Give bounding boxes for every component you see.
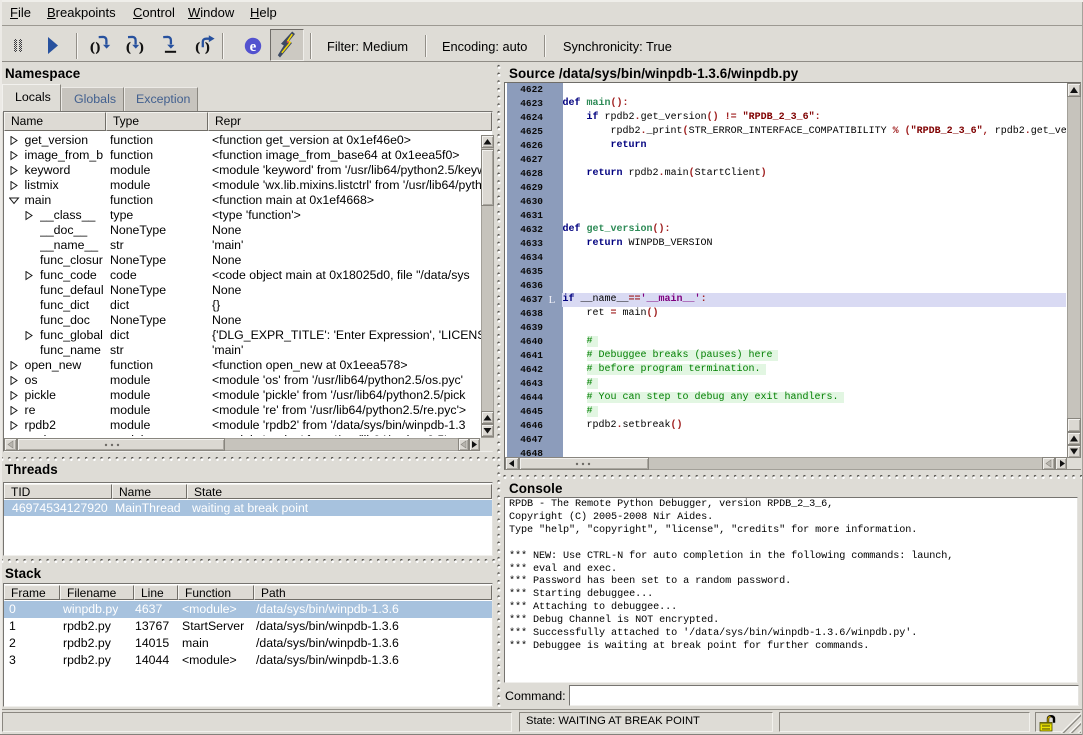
svg-text:e: e [250,39,257,55]
svg-text:): ) [96,39,100,54]
svg-text:(: ( [126,39,130,54]
svg-text:(: ( [196,39,200,54]
svg-text:): ) [139,39,143,54]
svg-text:(: ( [90,39,94,54]
